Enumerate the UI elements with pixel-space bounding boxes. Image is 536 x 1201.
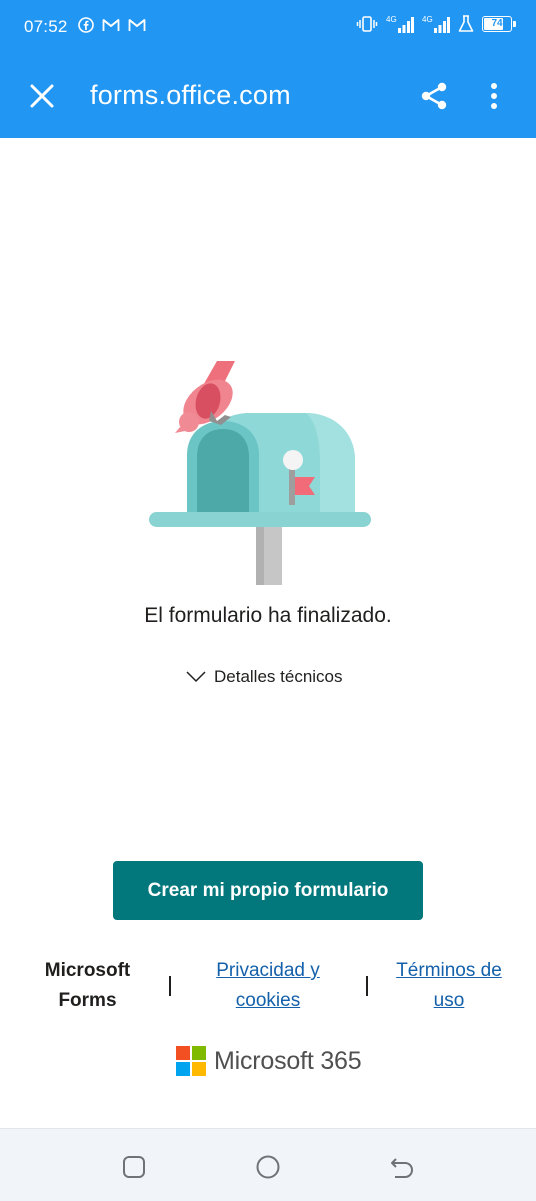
share-button[interactable] (416, 78, 452, 114)
status-time: 07:52 (24, 17, 68, 36)
browser-toolbar: forms.office.com (0, 54, 536, 138)
battery-percent: 74 (491, 18, 503, 29)
more-vert-icon (491, 83, 497, 109)
flask-icon (458, 15, 474, 33)
close-button[interactable] (24, 78, 60, 114)
chevron-down-icon (186, 671, 206, 683)
battery-icon: 74 (482, 16, 516, 32)
microsoft-365-logo: Microsoft 365 (176, 1045, 362, 1077)
system-icons: 4G 4G 74 (356, 14, 516, 34)
more-options-button[interactable] (476, 78, 512, 114)
gmail-icon (128, 18, 146, 32)
facebook-icon (78, 17, 94, 33)
back-icon (391, 1158, 414, 1178)
microsoft-365-text: Microsoft 365 (214, 1046, 362, 1075)
microsoft-logo-icon (176, 1046, 206, 1076)
form-closed-message: El formulario ha finalizado. (144, 604, 392, 627)
create-form-button[interactable]: Crear mi propio formulario (113, 861, 423, 920)
navigation-bar (0, 1128, 536, 1201)
network-label-1: 4G (386, 15, 397, 24)
footer-separator (366, 976, 368, 996)
home-button[interactable] (250, 1149, 286, 1185)
terms-link[interactable]: Términos de uso (386, 956, 512, 1016)
share-icon (421, 82, 447, 110)
footer-links: Microsoft Forms Privacidad y cookies Tér… (0, 956, 536, 1016)
footer-separator (169, 976, 171, 996)
recent-apps-button[interactable] (116, 1149, 152, 1185)
notification-icons (78, 17, 146, 33)
technical-details-toggle[interactable]: Detalles técnicos (186, 664, 343, 690)
signal-icon: 4G (422, 14, 450, 34)
microsoft-forms-label: Microsoft Forms (44, 960, 131, 1011)
gmail-icon (102, 18, 120, 32)
home-icon (256, 1155, 280, 1179)
status-bar: 07:52 4G 4G 74 (0, 0, 536, 54)
back-button[interactable] (384, 1149, 420, 1185)
technical-details-label: Detalles técnicos (214, 667, 343, 686)
vibrate-icon (356, 15, 378, 33)
recent-apps-icon (123, 1156, 145, 1178)
url-text[interactable]: forms.office.com (90, 80, 291, 111)
close-icon (30, 84, 54, 108)
privacy-link[interactable]: Privacidad y cookies (203, 956, 333, 1016)
network-label-2: 4G (422, 15, 433, 24)
signal-icon: 4G (386, 14, 414, 34)
mailbox-bird-illustration (145, 355, 375, 590)
